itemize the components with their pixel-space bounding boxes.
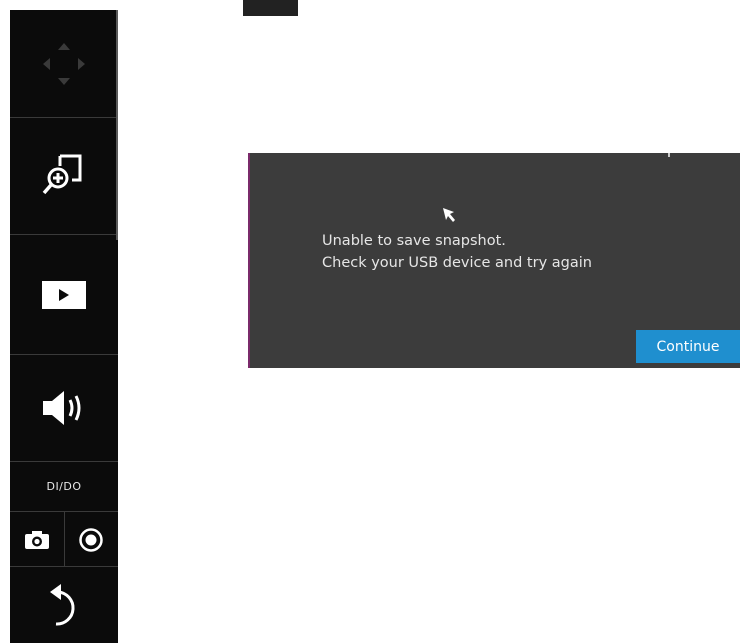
dido-label: DI/DO xyxy=(46,480,82,493)
record-icon xyxy=(79,527,103,552)
back-button[interactable] xyxy=(10,567,118,643)
mouse-pointer-icon xyxy=(443,208,455,222)
camera-icon xyxy=(25,530,49,549)
play-button[interactable] xyxy=(10,235,118,355)
dialog-message-line2: Check your USB device and try again xyxy=(322,255,592,271)
back-arrow-icon xyxy=(50,584,75,626)
audio-button[interactable] xyxy=(10,355,118,462)
record-button[interactable] xyxy=(64,512,118,567)
dialog-message: Unable to save snapshot. Check your USB … xyxy=(322,230,592,274)
capture-controls xyxy=(10,512,118,567)
sidebar-edge xyxy=(116,10,118,240)
ptz-directional-pad-icon xyxy=(43,42,85,85)
dido-button[interactable]: DI/DO xyxy=(10,462,118,512)
top-dark-tab xyxy=(243,0,298,16)
zoom-in-window-icon xyxy=(42,154,82,195)
dialog-message-line1: Unable to save snapshot. xyxy=(322,233,506,249)
error-dialog: Unable to save snapshot. Check your USB … xyxy=(248,153,740,368)
zoom-button[interactable] xyxy=(10,118,118,235)
snapshot-button[interactable] xyxy=(10,512,65,567)
dialog-tick-mark xyxy=(668,153,670,157)
speaker-icon xyxy=(43,391,81,425)
control-sidebar: DI/DO xyxy=(10,10,118,643)
ptz-control[interactable] xyxy=(10,10,118,118)
play-icon xyxy=(42,280,86,309)
continue-button[interactable]: Continue xyxy=(636,330,740,363)
